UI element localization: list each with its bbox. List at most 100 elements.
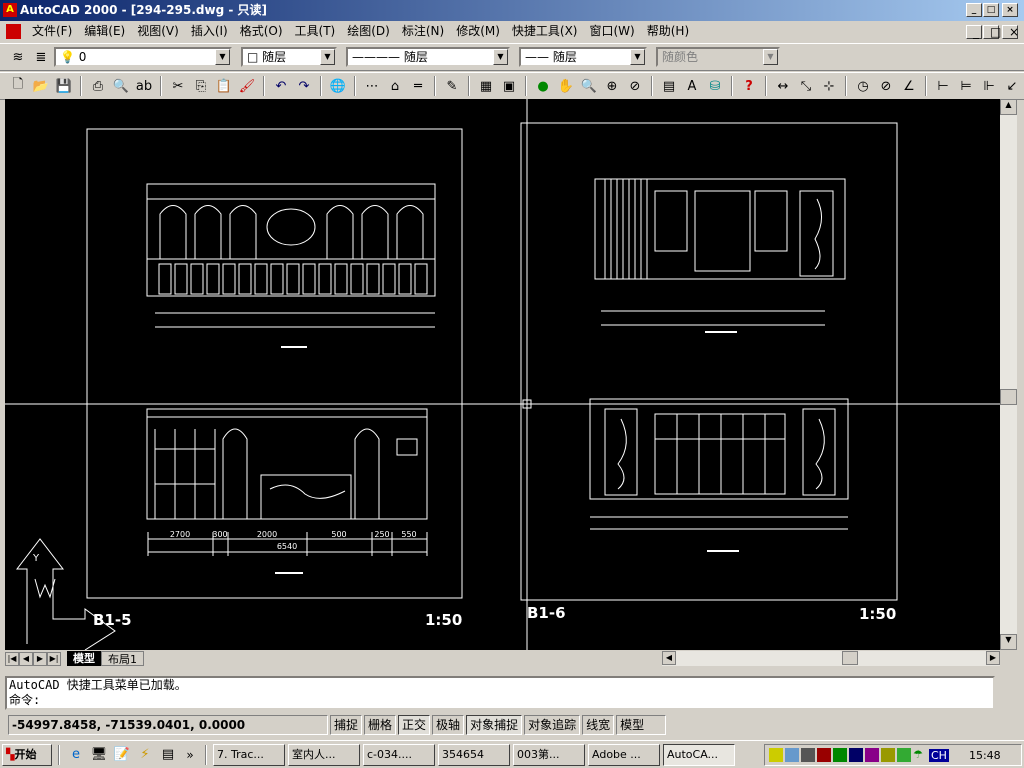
vertical-scrollbar[interactable]: ▲ ▼: [1000, 99, 1017, 650]
3d-orbit-icon[interactable]: ●: [533, 76, 553, 96]
ucs-icon[interactable]: ⌂: [385, 76, 405, 96]
task-button[interactable]: 003第...: [513, 743, 585, 766]
otrack-toggle[interactable]: 对象追踪: [524, 715, 581, 735]
plotstyle-combo[interactable]: 随颜色 ▼: [656, 47, 780, 67]
aligned-dimension-icon[interactable]: ⤡: [796, 76, 816, 96]
save-icon[interactable]: 💾: [54, 76, 74, 96]
named-views-icon[interactable]: ▣: [499, 76, 519, 96]
start-button[interactable]: ▚开始: [2, 743, 52, 766]
viewports-icon[interactable]: ▦: [476, 76, 496, 96]
media-eject-icon[interactable]: [881, 748, 895, 762]
open-icon[interactable]: 📂: [31, 76, 51, 96]
design-center-icon[interactable]: A: [682, 76, 702, 96]
layer-combo[interactable]: 💡 0 ▼: [54, 47, 232, 67]
menu-insert[interactable]: 插入(I): [185, 21, 234, 42]
chevron-down-icon[interactable]: ▼: [320, 49, 335, 65]
paste-icon[interactable]: 📋: [214, 76, 234, 96]
task-button-active[interactable]: AutoCA...: [663, 743, 735, 766]
snap-toggle[interactable]: 捕捉: [330, 715, 363, 735]
menu-edit[interactable]: 编辑(E): [78, 21, 131, 42]
task-button[interactable]: c-034....: [363, 743, 435, 766]
print-icon[interactable]: ⎙: [88, 76, 108, 96]
menu-help[interactable]: 帮助(H): [641, 21, 695, 42]
diameter-dimension-icon[interactable]: ⊘: [876, 76, 896, 96]
scroll-up-button[interactable]: ▲: [1000, 99, 1017, 115]
undo-icon[interactable]: ↶: [271, 76, 291, 96]
menu-draw[interactable]: 绘图(D): [341, 21, 396, 42]
minimize-button[interactable]: _: [966, 3, 982, 17]
task-button[interactable]: 354654: [438, 743, 510, 766]
model-toggle[interactable]: 模型: [616, 715, 667, 735]
prev-tab-button[interactable]: ◀: [19, 651, 33, 666]
command-prompt[interactable]: 命令:: [9, 693, 993, 708]
match-properties-icon[interactable]: 🖌: [237, 76, 257, 96]
doc-minimize-button[interactable]: _: [966, 25, 982, 39]
continue-dimension-icon[interactable]: ⊩: [979, 76, 999, 96]
network-connection-icon[interactable]: [897, 748, 911, 762]
zoom-previous-icon[interactable]: ⊘: [625, 76, 645, 96]
task-button[interactable]: 室内人...: [288, 743, 360, 766]
menu-modify[interactable]: 修改(M): [450, 21, 506, 42]
redo-icon[interactable]: ↷: [294, 76, 314, 96]
scroll-right-button[interactable]: ▶: [986, 651, 1000, 665]
media-stop-icon[interactable]: [849, 748, 863, 762]
task-button[interactable]: 7. Trac...: [213, 743, 285, 766]
ordinate-dimension-icon[interactable]: ⊹: [819, 76, 839, 96]
doc-restore-button[interactable]: □: [983, 25, 1001, 39]
menu-file[interactable]: 文件(F): [26, 21, 78, 42]
horizontal-scrollbar[interactable]: ◀ ▶: [662, 651, 1000, 666]
command-window[interactable]: AutoCAD 快捷工具菜单已加载。 命令:: [5, 676, 995, 710]
properties-icon[interactable]: ▤: [659, 76, 679, 96]
close-button[interactable]: ×: [1002, 3, 1018, 17]
ortho-toggle[interactable]: 正交: [398, 715, 431, 735]
chevron-down-icon[interactable]: ▼: [493, 49, 508, 65]
grid-toggle[interactable]: 栅格: [364, 715, 397, 735]
dbconnect-icon[interactable]: ⛁: [705, 76, 725, 96]
osnap-toggle[interactable]: 对象捕捉: [466, 715, 523, 735]
doc-close-button[interactable]: ×: [1002, 25, 1019, 39]
baseline-dimension-icon[interactable]: ⊨: [956, 76, 976, 96]
last-tab-button[interactable]: ▶|: [47, 651, 61, 666]
menu-view[interactable]: 视图(V): [131, 21, 185, 42]
print-preview-icon[interactable]: 🔍: [111, 76, 131, 96]
media-prev-icon[interactable]: [817, 748, 831, 762]
umbrella-icon[interactable]: ☂: [913, 748, 927, 762]
scroll-left-button[interactable]: ◀: [662, 651, 676, 665]
chevron-down-icon[interactable]: ▼: [630, 49, 645, 65]
maximize-button[interactable]: □: [983, 3, 999, 17]
linear-dimension-icon[interactable]: ↔: [773, 76, 793, 96]
spell-check-icon[interactable]: ab: [134, 76, 154, 96]
zoom-window-icon[interactable]: ⊕: [602, 76, 622, 96]
redraw-icon[interactable]: ✎: [442, 76, 462, 96]
lineweight-combo[interactable]: —— 随层 ▼: [519, 47, 647, 67]
scroll-thumb[interactable]: [1000, 389, 1017, 405]
network-icon[interactable]: [785, 748, 799, 762]
menu-dimension[interactable]: 标注(N): [396, 21, 450, 42]
drawing-canvas[interactable]: 2700 300 2000 500 250 550 6540 B1-5 1:50…: [5, 99, 1000, 651]
menu-format[interactable]: 格式(O): [234, 21, 289, 42]
angular-dimension-icon[interactable]: ∠: [899, 76, 919, 96]
volume-icon[interactable]: [769, 748, 783, 762]
calculator-icon[interactable]: ▤: [158, 745, 178, 765]
scroll-down-button[interactable]: ▼: [1000, 634, 1017, 650]
quick-dimension-icon[interactable]: ⊢: [933, 76, 953, 96]
cut-icon[interactable]: ✂: [168, 76, 188, 96]
chevron-down-icon[interactable]: ▼: [763, 49, 778, 65]
layer-manager-icon[interactable]: ≋: [8, 47, 28, 67]
chevron-down-icon[interactable]: ▼: [215, 49, 230, 65]
first-tab-button[interactable]: |◀: [5, 651, 19, 666]
web-icon[interactable]: 🌐: [328, 76, 348, 96]
tab-model[interactable]: 模型: [67, 651, 101, 666]
more-quicklaunch[interactable]: »: [181, 748, 199, 762]
radius-dimension-icon[interactable]: ◷: [853, 76, 873, 96]
menu-quicktools[interactable]: 快捷工具(X): [506, 21, 584, 42]
help-icon[interactable]: ?: [739, 76, 759, 96]
menu-tools[interactable]: 工具(T): [289, 21, 342, 42]
notepad-icon[interactable]: 📝: [112, 745, 132, 765]
inquiry-icon[interactable]: ═: [408, 76, 428, 96]
desktop-icon[interactable]: 🖥: [89, 745, 109, 765]
next-tab-button[interactable]: ▶: [33, 651, 47, 666]
menu-window[interactable]: 窗口(W): [584, 21, 641, 42]
copy-icon[interactable]: ⎘: [191, 76, 211, 96]
media-next-icon[interactable]: [865, 748, 879, 762]
